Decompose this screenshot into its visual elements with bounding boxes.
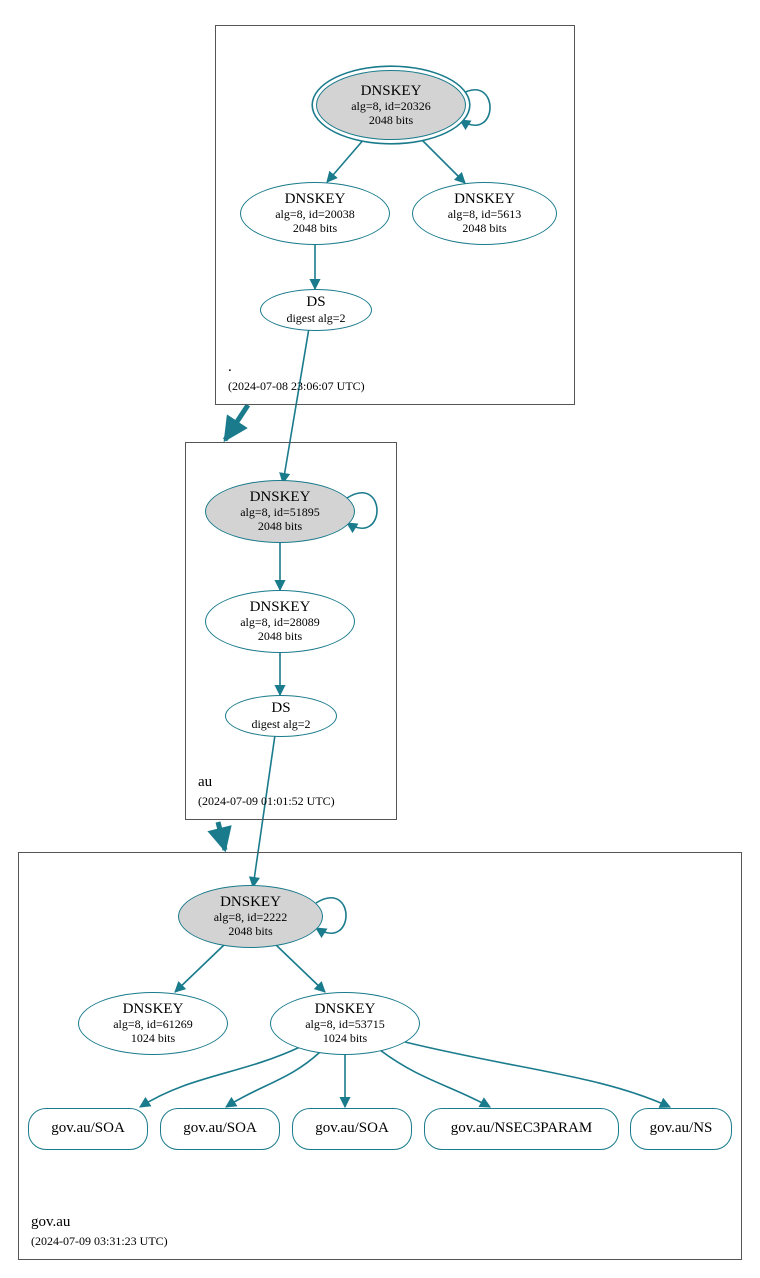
zone-ts-root: (2024-07-08 23:06:07 UTC) — [228, 379, 365, 394]
node-line1: alg=8, id=2222 — [214, 911, 288, 925]
zone-name-govau: gov.au — [31, 1214, 70, 1231]
node-govau-ksk: DNSKEY alg=8, id=2222 2048 bits — [178, 885, 323, 948]
node-line1: alg=8, id=61269 — [113, 1018, 193, 1032]
node-root-zsk1: DNSKEY alg=8, id=20038 2048 bits — [240, 182, 390, 245]
node-rr-nsec3param: gov.au/NSEC3PARAM — [424, 1108, 619, 1150]
node-rr-soa2: gov.au/SOA — [160, 1108, 280, 1150]
node-title: DNSKEY — [361, 83, 422, 100]
node-title: DNSKEY — [285, 191, 346, 208]
node-line1: alg=8, id=28089 — [240, 616, 320, 630]
node-root-zsk2: DNSKEY alg=8, id=5613 2048 bits — [412, 182, 557, 245]
node-title: gov.au/NS — [650, 1120, 713, 1137]
zone-ts-au: (2024-07-09 01:01:52 UTC) — [198, 794, 335, 809]
node-root-ksk: DNSKEY alg=8, id=20326 2048 bits — [316, 70, 466, 140]
node-rr-soa3: gov.au/SOA — [292, 1108, 412, 1150]
node-line2: 1024 bits — [323, 1032, 367, 1046]
node-au-zsk: DNSKEY alg=8, id=28089 2048 bits — [205, 590, 355, 653]
node-line1: alg=8, id=5613 — [448, 208, 522, 222]
node-au-ksk: DNSKEY alg=8, id=51895 2048 bits — [205, 480, 355, 543]
node-line2: 2048 bits — [258, 520, 302, 534]
node-line2: 1024 bits — [131, 1032, 175, 1046]
node-title: DNSKEY — [220, 894, 281, 911]
node-title: gov.au/SOA — [51, 1120, 125, 1137]
node-title: DNSKEY — [123, 1001, 184, 1018]
node-title: DNSKEY — [454, 191, 515, 208]
node-line2: 2048 bits — [369, 114, 413, 128]
zone-name-root: . — [228, 359, 232, 376]
node-govau-zsk1: DNSKEY alg=8, id=61269 1024 bits — [78, 992, 228, 1055]
node-line2: 2048 bits — [258, 630, 302, 644]
node-root-ds: DS digest alg=2 — [260, 289, 372, 331]
node-title: gov.au/SOA — [315, 1120, 389, 1137]
node-rr-soa1: gov.au/SOA — [28, 1108, 148, 1150]
node-title: DS — [306, 294, 325, 311]
node-line1: digest alg=2 — [251, 718, 310, 732]
node-title: DNSKEY — [250, 489, 311, 506]
node-line1: alg=8, id=20326 — [351, 100, 431, 114]
node-line2: 2048 bits — [293, 222, 337, 236]
node-title: DS — [271, 700, 290, 717]
zone-box-govau: gov.au (2024-07-09 03:31:23 UTC) — [18, 852, 742, 1260]
node-line1: alg=8, id=53715 — [305, 1018, 385, 1032]
node-line2: 2048 bits — [228, 925, 272, 939]
node-title: DNSKEY — [250, 599, 311, 616]
node-title: DNSKEY — [315, 1001, 376, 1018]
node-au-ds: DS digest alg=2 — [225, 695, 337, 737]
node-line1: digest alg=2 — [286, 312, 345, 326]
node-line1: alg=8, id=51895 — [240, 506, 320, 520]
node-title: gov.au/NSEC3PARAM — [451, 1120, 592, 1137]
node-line1: alg=8, id=20038 — [275, 208, 355, 222]
node-govau-zsk2: DNSKEY alg=8, id=53715 1024 bits — [270, 992, 420, 1055]
node-rr-ns: gov.au/NS — [630, 1108, 732, 1150]
node-line2: 2048 bits — [462, 222, 506, 236]
node-title: gov.au/SOA — [183, 1120, 257, 1137]
zone-name-au: au — [198, 774, 212, 791]
zone-ts-govau: (2024-07-09 03:31:23 UTC) — [31, 1234, 168, 1249]
